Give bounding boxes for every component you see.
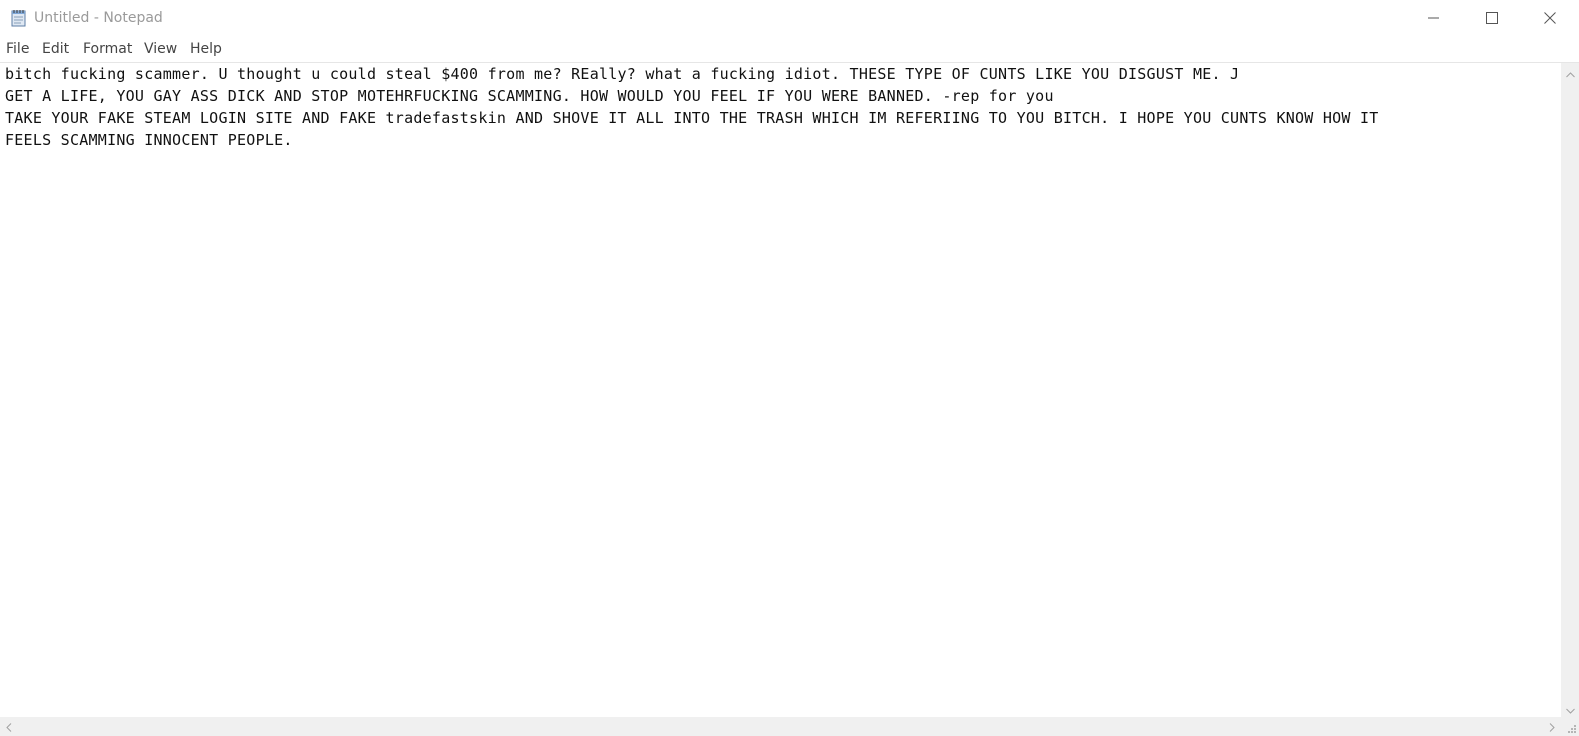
menu-bar: File Edit Format View Help <box>0 36 1579 62</box>
resize-grip[interactable] <box>1561 717 1579 736</box>
scroll-right-button[interactable] <box>1543 717 1561 736</box>
minimize-icon <box>1428 9 1440 28</box>
text-editor[interactable]: bitch fucking scammer. U thought u could… <box>0 63 1561 717</box>
menu-format[interactable]: Format <box>83 41 132 57</box>
vertical-scrollbar[interactable] <box>1561 63 1579 717</box>
window-title: Untitled - Notepad <box>34 10 163 26</box>
menu-help[interactable]: Help <box>190 41 222 57</box>
scroll-left-button[interactable] <box>0 717 18 736</box>
scroll-left-arrow-icon <box>6 717 12 736</box>
notepad-window: Untitled - Notepad File Edit Format View… <box>0 0 1579 736</box>
scroll-down-arrow-icon <box>1565 699 1575 718</box>
editor-line: GET A LIFE, YOU GAY ASS DICK AND STOP MO… <box>5 87 1054 105</box>
scroll-down-button[interactable] <box>1561 699 1579 717</box>
menu-edit[interactable]: Edit <box>42 41 69 57</box>
editor-line: TAKE YOUR FAKE STEAM LOGIN SITE AND FAKE… <box>5 109 1379 127</box>
menu-file[interactable]: File <box>6 41 29 57</box>
minimize-button[interactable] <box>1405 0 1463 36</box>
scroll-up-arrow-icon <box>1565 63 1575 82</box>
notepad-icon[interactable] <box>10 9 28 27</box>
title-bar[interactable]: Untitled - Notepad <box>0 0 1579 36</box>
resize-grip-icon <box>1568 725 1576 733</box>
close-icon <box>1544 9 1556 28</box>
scroll-up-button[interactable] <box>1561 63 1579 81</box>
maximize-icon <box>1486 9 1498 28</box>
scroll-right-arrow-icon <box>1549 717 1555 736</box>
editor-line: bitch fucking scammer. U thought u could… <box>5 65 1240 83</box>
maximize-button[interactable] <box>1463 0 1521 36</box>
horizontal-scrollbar[interactable] <box>0 717 1561 736</box>
editor-line: FEELS SCAMMING INNOCENT PEOPLE. <box>5 131 293 149</box>
menu-view[interactable]: View <box>144 41 177 57</box>
close-button[interactable] <box>1521 0 1579 36</box>
